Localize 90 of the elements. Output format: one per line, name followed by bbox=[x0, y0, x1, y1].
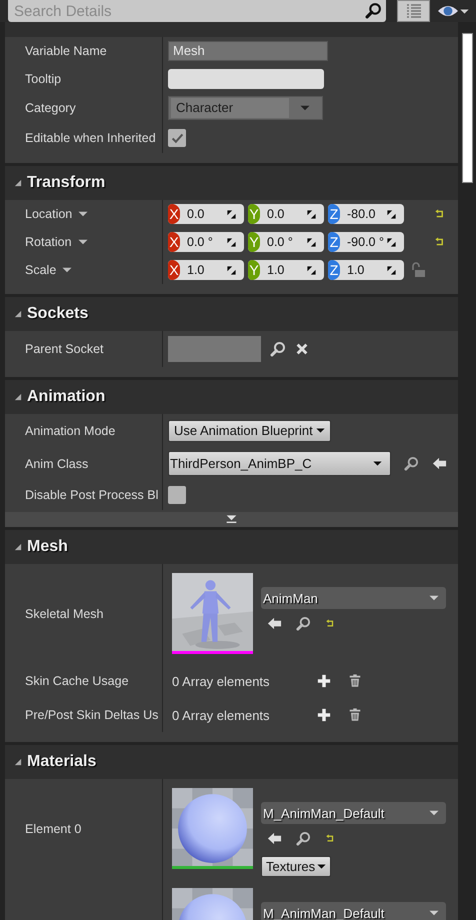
scrollbar-thumb[interactable] bbox=[462, 33, 473, 183]
check-icon bbox=[170, 132, 184, 144]
property-label: Editable when Inherited bbox=[25, 131, 156, 145]
property-label: Rotation bbox=[25, 235, 72, 249]
spin-handle-icon bbox=[386, 208, 397, 220]
search-icon[interactable] bbox=[296, 616, 311, 631]
section-title: Animation bbox=[27, 388, 106, 406]
property-label: Location bbox=[25, 207, 72, 221]
spin-handle-icon bbox=[306, 236, 317, 248]
section-title: Materials bbox=[27, 753, 96, 771]
search-icon[interactable] bbox=[270, 341, 286, 357]
section-title: Mesh bbox=[27, 538, 68, 556]
property-label: Scale bbox=[25, 263, 56, 277]
input-field[interactable] bbox=[168, 69, 324, 89]
add-icon[interactable] bbox=[317, 708, 331, 722]
property-label: Anim Class bbox=[25, 456, 88, 470]
property-label: Skeletal Mesh bbox=[25, 607, 104, 621]
trash-icon[interactable] bbox=[348, 708, 362, 722]
collapse-triangle-icon[interactable] bbox=[13, 757, 23, 767]
property-label: Category bbox=[25, 101, 76, 115]
view-options-button[interactable] bbox=[397, 0, 430, 22]
reset-icon[interactable] bbox=[325, 618, 335, 628]
textures-dropdown[interactable]: Textures bbox=[261, 856, 332, 877]
category-dropdown[interactable]: Character bbox=[168, 96, 323, 120]
reset-icon[interactable] bbox=[434, 208, 445, 220]
spin-handle-icon bbox=[226, 264, 237, 276]
spin-handle-icon bbox=[226, 208, 237, 220]
number-field[interactable]: Y 0.0 ° bbox=[248, 232, 324, 252]
spin-handle-icon bbox=[306, 264, 317, 276]
axis-label: Y bbox=[248, 260, 260, 280]
spin-handle-icon bbox=[226, 236, 237, 248]
spin-handle-icon bbox=[386, 264, 397, 276]
search-icon[interactable] bbox=[404, 456, 419, 471]
asset-dropdown[interactable]: M_AnimMan_Default bbox=[261, 902, 446, 920]
checkbox[interactable] bbox=[168, 129, 186, 147]
collapse-triangle-icon[interactable] bbox=[13, 542, 23, 552]
property-label: Animation Mode bbox=[25, 424, 116, 438]
number-field[interactable]: X 0.0 ° bbox=[168, 232, 244, 252]
spin-handle-icon bbox=[386, 236, 397, 248]
section-title: Sockets bbox=[27, 305, 88, 323]
axis-label: Z bbox=[328, 260, 340, 280]
asset-dropdown[interactable]: M_AnimMan_Default bbox=[261, 802, 446, 824]
property-label: Tooltip bbox=[25, 72, 62, 86]
property-label: Parent Socket bbox=[25, 342, 104, 356]
text-field[interactable]: Mesh bbox=[168, 41, 328, 61]
array-count: 0 Array elements bbox=[172, 674, 271, 688]
axis-label: Y bbox=[248, 204, 260, 224]
trash-icon[interactable] bbox=[348, 674, 362, 688]
property-label: Element 0 bbox=[25, 822, 82, 836]
number-field[interactable]: X 1.0 bbox=[168, 260, 244, 280]
socket-field[interactable] bbox=[168, 336, 261, 362]
axis-label: X bbox=[168, 204, 180, 224]
section-title: Transform bbox=[27, 174, 106, 192]
unlocked-icon[interactable] bbox=[410, 262, 426, 278]
number-field[interactable]: Z -80.0 bbox=[328, 204, 404, 224]
axis-label: Z bbox=[328, 204, 340, 224]
axis-label: Y bbox=[248, 232, 260, 252]
arrow-left-icon[interactable] bbox=[267, 831, 282, 846]
array-count: 0 Array elements bbox=[172, 708, 271, 722]
checkbox[interactable] bbox=[168, 486, 186, 504]
arrow-left-icon[interactable] bbox=[432, 456, 447, 471]
property-label: Variable Name bbox=[25, 44, 107, 58]
search-icon[interactable] bbox=[296, 831, 311, 846]
axis-label: Z bbox=[328, 232, 340, 252]
collapse-triangle-icon[interactable] bbox=[13, 178, 23, 188]
number-field[interactable]: X 0.0 bbox=[168, 204, 244, 224]
property-label: Skin Cache Usage bbox=[25, 674, 129, 688]
search-icon bbox=[365, 2, 382, 19]
collapse-triangle-icon[interactable] bbox=[13, 392, 23, 402]
reset-icon[interactable] bbox=[434, 236, 445, 248]
property-label: Disable Post Process Bl bbox=[25, 488, 158, 502]
class-dropdown[interactable]: ThirdPerson_AnimBP_C bbox=[168, 451, 391, 476]
number-field[interactable]: Z 1.0 bbox=[328, 260, 404, 280]
mode-dropdown[interactable]: Use Animation Blueprint bbox=[168, 420, 331, 442]
asset-dropdown[interactable]: AnimMan bbox=[261, 587, 446, 609]
number-field[interactable]: Y 1.0 bbox=[248, 260, 324, 280]
reset-icon[interactable] bbox=[325, 834, 335, 844]
spin-handle-icon bbox=[306, 208, 317, 220]
axis-label: X bbox=[168, 260, 180, 280]
number-field[interactable]: Z -90.0 ° bbox=[328, 232, 404, 252]
axis-label: X bbox=[168, 232, 180, 252]
list-icon bbox=[406, 3, 422, 19]
add-icon[interactable] bbox=[317, 674, 331, 688]
expand-icon bbox=[226, 514, 237, 525]
number-field[interactable]: Y 0.0 bbox=[248, 204, 324, 224]
property-label: Pre/Post Skin Deltas Us bbox=[25, 708, 158, 722]
clear-icon[interactable] bbox=[295, 342, 309, 356]
search-field[interactable]: Search Details bbox=[8, 0, 386, 22]
arrow-left-icon[interactable] bbox=[267, 616, 282, 631]
collapse-triangle-icon[interactable] bbox=[13, 309, 23, 319]
